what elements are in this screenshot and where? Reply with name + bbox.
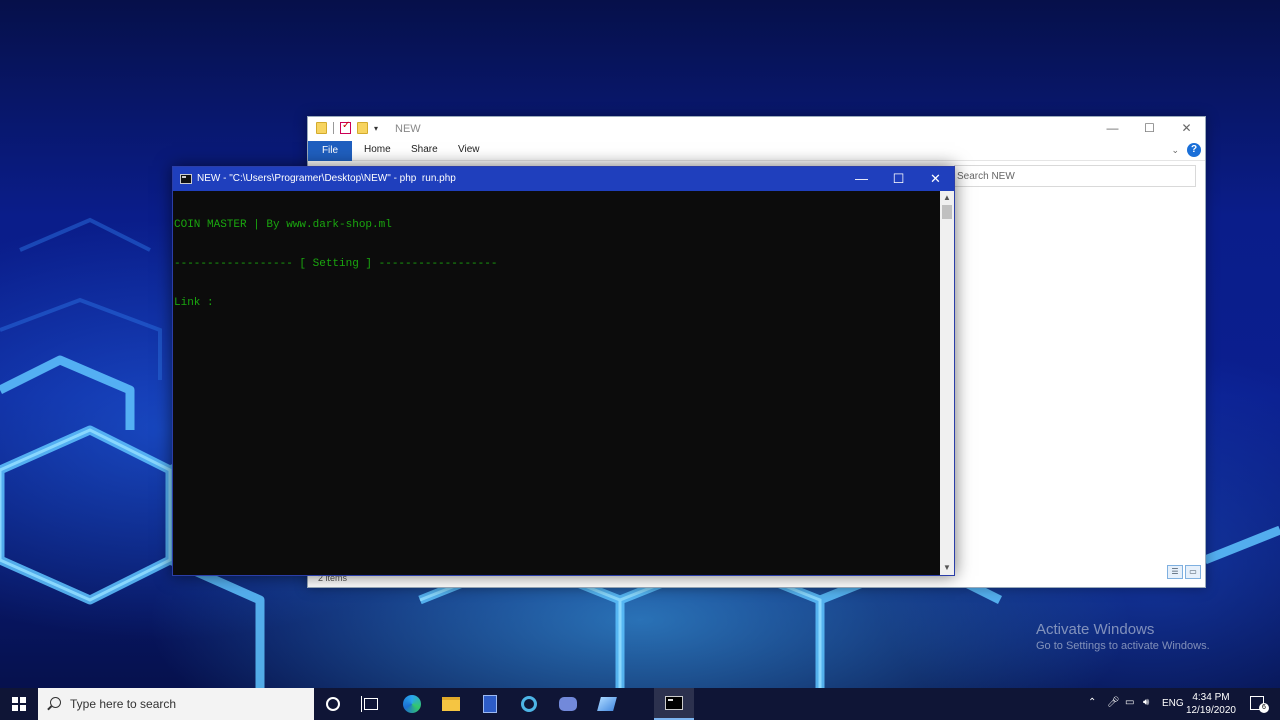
folder-icon <box>316 122 327 134</box>
tab-file[interactable]: File <box>308 141 352 161</box>
large-icons-view-icon[interactable]: ▭ <box>1185 565 1201 579</box>
file-explorer-icon <box>442 697 460 711</box>
tab-home[interactable]: Home <box>364 144 391 155</box>
edge-icon <box>403 695 421 713</box>
console-window[interactable]: NEW - "C:\Users\Programer\Desktop\NEW" -… <box>172 166 955 576</box>
discord-button[interactable] <box>552 692 584 716</box>
maximize-button[interactable]: ☐ <box>880 167 917 191</box>
edge-button[interactable] <box>396 692 428 716</box>
cortana-icon <box>326 697 340 711</box>
taskbar-search-box[interactable]: Type here to search <box>38 688 314 720</box>
minimize-button[interactable]: — <box>843 167 880 191</box>
scrollbar-thumb[interactable] <box>942 205 952 219</box>
tab-share[interactable]: Share <box>411 144 438 155</box>
scroll-down-arrow-icon[interactable]: ▼ <box>940 561 954 575</box>
scroll-up-arrow-icon[interactable]: ▲ <box>940 191 954 205</box>
clock-time: 4:34 PM <box>1192 692 1230 703</box>
feather-app-button[interactable] <box>591 692 623 716</box>
cortana-button[interactable] <box>317 692 349 716</box>
view-switcher: ☰ ▭ <box>1167 565 1201 579</box>
customize-arrow-icon[interactable]: ▾ <box>374 124 378 133</box>
command-prompt-icon <box>665 696 683 710</box>
console-line: COIN MASTER | By www.dark-shop.ml <box>174 219 392 231</box>
system-tray: ⌃ 🎤︎ ▭ 🔊︎ ENG 4:34 PM 12/19/2020 6 <box>1080 688 1280 720</box>
settings-app-button[interactable] <box>513 692 545 716</box>
discord-icon <box>559 697 577 711</box>
expand-ribbon-chevron-icon[interactable]: ⌄ <box>1171 145 1179 156</box>
taskbar: Type here to search ⌃ 🎤︎ ▭ 🔊︎ ENG 4:34 P… <box>0 688 1280 720</box>
task-view-icon <box>361 696 378 712</box>
explorer-titlebar[interactable]: ▾ NEW — ☐ ✕ <box>308 117 1205 141</box>
document-app-icon <box>483 695 497 713</box>
toolbar-separator <box>333 122 334 134</box>
input-language[interactable]: ENG <box>1162 698 1184 709</box>
show-hidden-icons-chevron-icon[interactable]: ⌃ <box>1088 697 1096 708</box>
volume-icon[interactable]: 🔊︎ <box>1143 697 1149 708</box>
watermark-subtitle: Go to Settings to activate Windows. <box>1036 640 1210 652</box>
maximize-button[interactable]: ☐ <box>1131 117 1168 139</box>
watermark-title: Activate Windows <box>1036 621 1155 638</box>
window-title: NEW <box>395 123 421 135</box>
console-titlebar[interactable]: NEW - "C:\Users\Programer\Desktop\NEW" -… <box>173 167 954 191</box>
search-icon <box>50 697 61 708</box>
clock[interactable]: 4:34 PM 12/19/2020 <box>1186 691 1236 717</box>
notification-count-badge: 6 <box>1259 703 1269 713</box>
file-explorer-button[interactable] <box>435 692 467 716</box>
console-line: ------------------ [ Setting ] ---------… <box>174 258 498 270</box>
search-placeholder: Type here to search <box>70 697 177 711</box>
console-title: NEW - "C:\Users\Programer\Desktop\NEW" -… <box>197 173 456 184</box>
details-view-icon[interactable]: ☰ <box>1167 565 1183 579</box>
settings-app-icon <box>521 696 537 712</box>
close-button[interactable]: ✕ <box>917 167 954 191</box>
task-view-button[interactable] <box>355 692 387 716</box>
help-icon[interactable]: ? <box>1187 143 1201 157</box>
activate-windows-watermark: Activate Windows Go to Settings to activ… <box>1036 621 1210 652</box>
tab-view[interactable]: View <box>458 144 480 155</box>
start-button[interactable] <box>0 688 38 720</box>
window-controls: — ☐ ✕ <box>1094 117 1205 139</box>
console-scrollbar[interactable]: ▲ ▼ <box>940 191 954 575</box>
clock-date: 12/19/2020 <box>1185 705 1236 716</box>
network-icon[interactable]: ▭ <box>1125 697 1134 708</box>
ribbon-tabs: File Home Share View ⌄ ? <box>308 141 1205 161</box>
feather-app-icon <box>597 697 617 711</box>
close-button[interactable]: ✕ <box>1168 117 1205 139</box>
windows-logo-icon <box>12 697 26 711</box>
command-prompt-icon <box>180 174 192 184</box>
console-output[interactable]: COIN MASTER | By www.dark-shop.ml ------… <box>173 191 940 575</box>
quick-access-toolbar: ▾ <box>316 120 378 134</box>
search-input[interactable]: Search NEW <box>954 165 1196 187</box>
command-prompt-button[interactable] <box>654 688 694 720</box>
console-window-controls: — ☐ ✕ <box>843 167 954 191</box>
document-app-button[interactable] <box>474 692 506 716</box>
ribbon-right-controls: ⌄ ? <box>1171 143 1201 157</box>
microphone-icon[interactable]: 🎤︎ <box>1107 697 1120 708</box>
console-line: Link : <box>174 297 214 309</box>
minimize-button[interactable]: — <box>1094 117 1131 139</box>
properties-icon[interactable] <box>340 120 351 134</box>
new-folder-icon[interactable] <box>357 122 368 134</box>
